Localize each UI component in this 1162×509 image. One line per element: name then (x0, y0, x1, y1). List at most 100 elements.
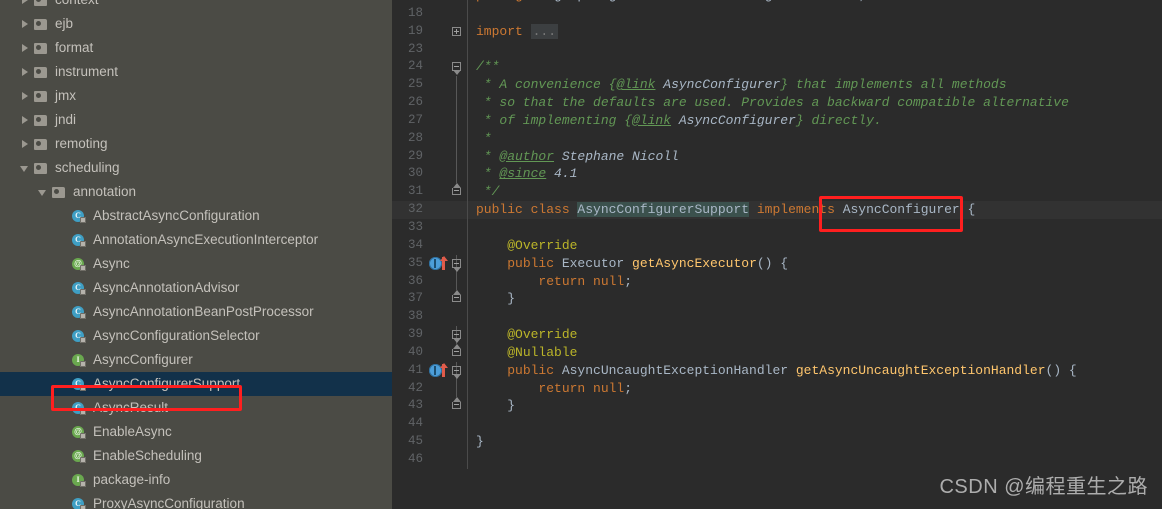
fold-gutter[interactable] (449, 76, 467, 95)
tree-item-selected[interactable]: AsyncConfigurerSupport (0, 372, 392, 396)
fold-end-icon[interactable] (452, 348, 461, 356)
implements-method-icon[interactable] (427, 362, 449, 380)
fold-gutter[interactable] (449, 183, 467, 201)
tree-item[interactable]: ejb (0, 12, 392, 36)
fold-gutter[interactable] (449, 147, 467, 166)
fold-expand-icon[interactable] (452, 26, 461, 36)
chevron-down-icon[interactable] (20, 163, 31, 174)
fold-gutter[interactable] (449, 343, 467, 362)
fold-gutter[interactable] (449, 397, 467, 415)
code-line[interactable]: 37 } (392, 290, 1162, 309)
code-line[interactable]: 31 */ (392, 183, 1162, 202)
gutter-marker-slot (427, 201, 449, 219)
code-line[interactable]: 35 public Executor getAsyncExecutor() { (392, 254, 1162, 273)
tree-item[interactable]: AsyncAnnotationAdvisor (0, 276, 392, 300)
code-line[interactable]: 19 import ... (392, 22, 1162, 41)
tree-item[interactable]: annotation (0, 180, 392, 204)
fold-gutter[interactable] (449, 326, 467, 344)
code-line[interactable]: 29 * @author Stephane Nicoll (392, 147, 1162, 166)
project-tree-panel[interactable]: context ejb format instrument jmx jndi remotin… (0, 0, 392, 509)
tree-item[interactable]: format (0, 36, 392, 60)
tree-item[interactable]: Async (0, 252, 392, 276)
gutter-marker-slot (427, 326, 449, 344)
code-line[interactable]: 40 @Nullable (392, 343, 1162, 362)
csdn-watermark: CSDN @编程重生之路 (939, 476, 1148, 498)
code-line[interactable]: 24 /** (392, 58, 1162, 77)
code-content[interactable]: 17package org.springframework.scheduling… (392, 0, 1162, 469)
tree-item-label: package-info (93, 472, 171, 487)
fold-gutter[interactable] (449, 23, 467, 41)
chevron-right-icon[interactable] (20, 19, 31, 30)
fold-end-icon[interactable] (452, 402, 461, 410)
tree-item[interactable]: AsyncConfigurer (0, 348, 392, 372)
code-line[interactable]: 45} (392, 433, 1162, 451)
code-token: ; (624, 273, 633, 289)
code-line[interactable]: 26 * so that the defaults are used. Prov… (392, 94, 1162, 112)
code-line-text: @Nullable (468, 344, 1162, 362)
fold-end-icon[interactable] (452, 188, 461, 196)
fold-gutter[interactable] (449, 361, 467, 380)
chevron-right-icon[interactable] (20, 0, 31, 6)
tree-item[interactable]: EnableScheduling (0, 444, 392, 468)
code-line[interactable]: 38 (392, 308, 1162, 327)
fold-gutter[interactable] (449, 129, 467, 148)
implements-method-icon[interactable] (427, 255, 449, 273)
code-line[interactable]: 25 * A convenience {@link AsyncConfigure… (392, 76, 1162, 95)
fold-gutter[interactable] (449, 272, 467, 291)
code-line[interactable]: 18 (392, 4, 1162, 23)
tree-item[interactable]: jmx (0, 84, 392, 108)
fold-gutter[interactable] (449, 254, 467, 273)
fold-gutter[interactable] (449, 290, 467, 308)
fold-gutter[interactable] (449, 58, 467, 76)
fold-gutter[interactable] (449, 379, 467, 398)
chevron-right-icon[interactable] (20, 139, 31, 150)
code-line[interactable]: 36 return null; (392, 272, 1162, 291)
code-line[interactable]: 42 return null; (392, 379, 1162, 398)
fold-gutter[interactable] (449, 165, 467, 184)
code-line[interactable]: 32 public class AsyncConfigurerSupport im… (392, 201, 1162, 219)
fold-gutter[interactable] (449, 94, 467, 112)
tree-item[interactable]: AsyncConfigurationSelector (0, 324, 392, 348)
annotation-icon (72, 449, 87, 464)
tree-item[interactable]: AsyncResult (0, 396, 392, 420)
project-tree[interactable]: context ejb format instrument jmx jndi remotin… (0, 0, 392, 509)
gutter-marker-slot (427, 41, 449, 59)
line-number: 31 (407, 184, 423, 199)
chevron-down-icon[interactable] (38, 187, 49, 198)
code-editor-panel[interactable]: 17package org.springframework.scheduling… (392, 0, 1162, 509)
tree-item[interactable]: EnableAsync (0, 420, 392, 444)
tree-item[interactable]: jndi (0, 108, 392, 132)
tree-item[interactable]: ProxyAsyncConfiguration (0, 492, 392, 509)
tree-item[interactable]: AbstractAsyncConfiguration (0, 204, 392, 228)
tree-item[interactable]: AnnotationAsyncExecutionInterceptor (0, 228, 392, 252)
code-line-text: public class AsyncConfigurerSupport impl… (468, 201, 1162, 219)
code-line[interactable]: 34 @Override (392, 236, 1162, 255)
code-line[interactable]: 30 * @since 4.1 (392, 165, 1162, 184)
code-line[interactable]: 44 (392, 415, 1162, 434)
tree-item[interactable]: context (0, 0, 392, 12)
code-line[interactable]: 41 public AsyncUncaughtExceptionHandler … (392, 361, 1162, 380)
chevron-right-icon[interactable] (20, 91, 31, 102)
tree-item[interactable]: package-info (0, 468, 392, 492)
tree-item[interactable]: instrument (0, 60, 392, 84)
code-line[interactable]: 43 } (392, 397, 1162, 416)
chevron-right-icon[interactable] (20, 67, 31, 78)
code-line[interactable]: 27 * of implementing {@link AsyncConfigu… (392, 111, 1162, 130)
chevron-right-icon[interactable] (20, 43, 31, 54)
code-line[interactable]: 28 * (392, 129, 1162, 148)
code-line[interactable]: 33 (392, 218, 1162, 237)
chevron-right-icon[interactable] (20, 115, 31, 126)
code-line[interactable]: 23 (392, 40, 1162, 59)
code-line[interactable]: 39 @Override (392, 326, 1162, 344)
interface-icon (72, 473, 87, 488)
fold-gutter[interactable] (449, 111, 467, 130)
code-line[interactable]: 46 (392, 450, 1162, 469)
tree-item[interactable]: remoting (0, 132, 392, 156)
code-token: public (507, 255, 562, 271)
fold-end-icon[interactable] (452, 295, 461, 303)
tree-item[interactable]: scheduling (0, 156, 392, 180)
code-line-text: * (468, 130, 1162, 148)
line-number: 30 (407, 166, 423, 181)
tree-item[interactable]: AsyncAnnotationBeanPostProcessor (0, 300, 392, 324)
